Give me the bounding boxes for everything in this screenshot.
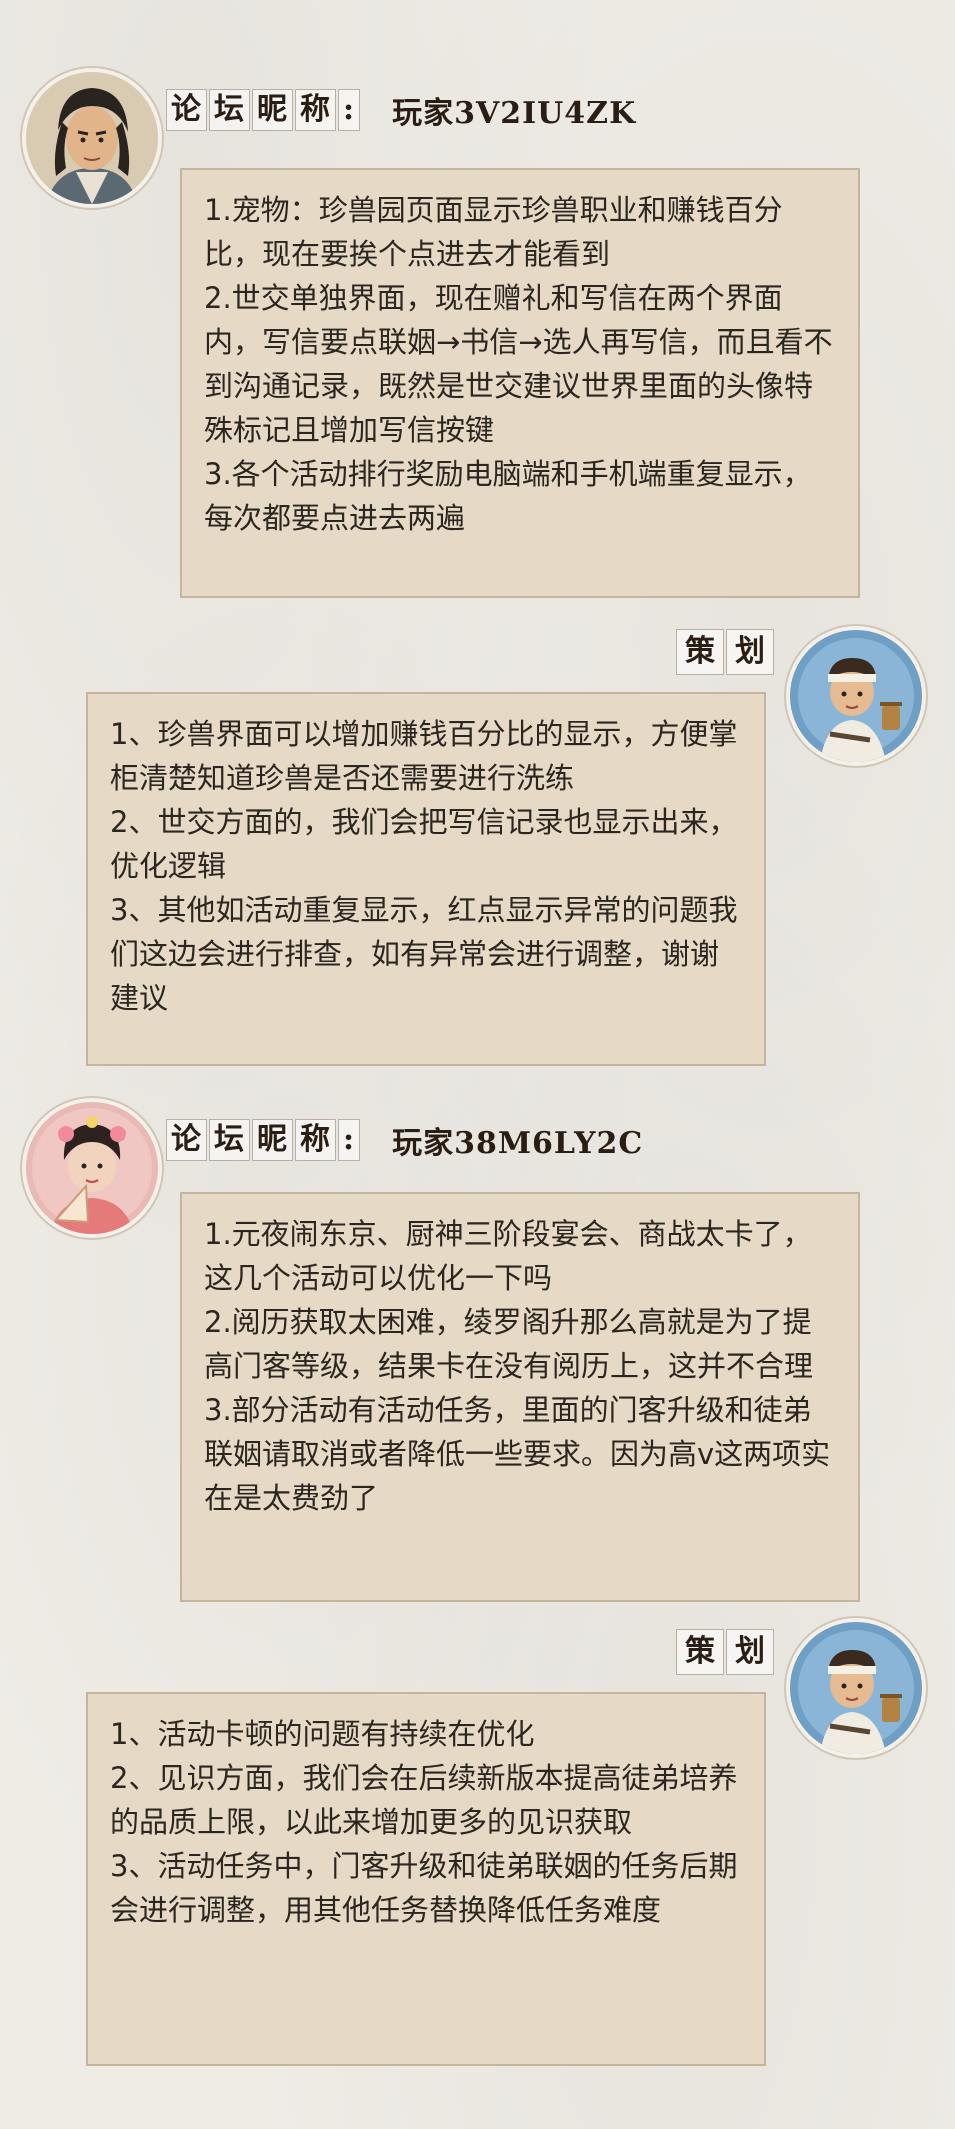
planner-tag: 策划 — [672, 1628, 774, 1676]
message-line: 2、见识方面，我们会在后续新版本提高徒弟培养的品质上限，以此来增加更多的见识获取 — [110, 1761, 738, 1839]
message-line: 1.元夜闹东京、厨神三阶段宴会、商战太卡了，这几个活动可以优化一下吗 — [204, 1217, 812, 1295]
message-bubble: 1.元夜闹东京、厨神三阶段宴会、商战太卡了，这几个活动可以优化一下吗 2.阅历获… — [180, 1192, 860, 1602]
nickname-label: 论坛昵称: — [166, 1119, 362, 1161]
lady-with-fan-icon — [26, 1102, 158, 1234]
message-bubble: 1、珍兽界面可以增加赚钱百分比的显示，方便掌柜清楚知道珍兽是否还需要进行洗练 2… — [86, 692, 766, 1066]
porter-man-icon — [790, 630, 922, 762]
porter-man-icon — [790, 1622, 922, 1754]
message-line: 3、其他如活动重复显示，红点显示异常的问题我们这边会进行排查，如有异常会进行调整… — [110, 893, 738, 1015]
message-line: 3.部分活动有活动任务，里面的门客升级和徒弟联姻请取消或者降低一些要求。因为高v… — [204, 1393, 831, 1515]
avatar — [790, 630, 922, 762]
scholar-man-icon — [26, 72, 158, 204]
nickname-row: 论坛昵称: 玩家38M6LY2C — [166, 1118, 643, 1162]
message-line: 3.各个活动排行奖励电脑端和手机端重复显示，每次都要点进去两遍 — [204, 457, 812, 535]
message-bubble: 1.宠物：珍兽园页面显示珍兽职业和赚钱百分比，现在要挨个点进去才能看到 2.世交… — [180, 168, 860, 598]
player-name: 玩家38M6LY2C — [392, 1126, 644, 1161]
message-line: 1.宠物：珍兽园页面显示珍兽职业和赚钱百分比，现在要挨个点进去才能看到 — [204, 193, 783, 271]
message-bubble: 1、活动卡顿的问题有持续在优化 2、见识方面，我们会在后续新版本提高徒弟培养的品… — [86, 1692, 766, 2066]
planner-tag: 策划 — [672, 628, 774, 676]
nickname-label: 论坛昵称: — [166, 89, 362, 131]
avatar — [790, 1622, 922, 1754]
message-line: 1、珍兽界面可以增加赚钱百分比的显示，方便掌柜清楚知道珍兽是否还需要进行洗练 — [110, 717, 738, 795]
avatar — [26, 1102, 158, 1234]
message-line: 3、活动任务中，门客升级和徒弟联姻的任务后期会进行调整，用其他任务替换降低任务难… — [110, 1849, 738, 1927]
player-name: 玩家3V2IU4ZK — [392, 96, 637, 131]
planner-tag-label: 策划 — [674, 1629, 774, 1675]
message-line: 1、活动卡顿的问题有持续在优化 — [110, 1717, 535, 1751]
planner-tag-label: 策划 — [674, 629, 774, 675]
message-line: 2、世交方面的，我们会把写信记录也显示出来，优化逻辑 — [110, 805, 738, 883]
message-line: 2.世交单独界面，现在赠礼和写信在两个界面内，写信要点联姻→书信→选人再写信，而… — [204, 281, 833, 447]
message-line: 2.阅历获取太困难，绫罗阁升那么高就是为了提高门客等级，结果卡在没有阅历上，这并… — [204, 1305, 814, 1383]
nickname-row: 论坛昵称: 玩家3V2IU4ZK — [166, 88, 636, 132]
avatar — [26, 72, 158, 204]
